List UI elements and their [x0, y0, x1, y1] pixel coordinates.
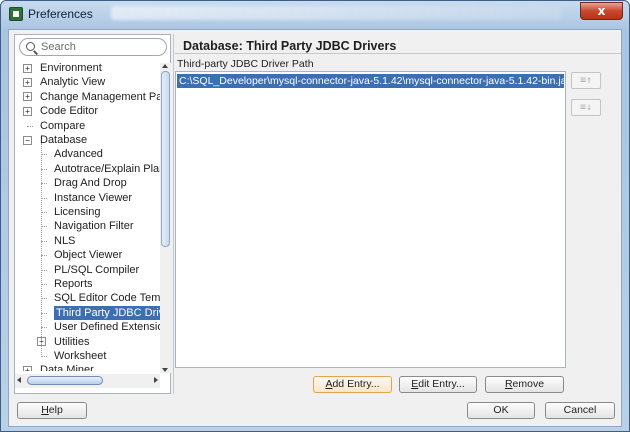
expand-icon[interactable]: + [23, 92, 32, 102]
scroll-down-arrow-icon[interactable] [162, 368, 168, 372]
move-up-icon: ≡↑ [579, 75, 593, 86]
tree-item-data-miner[interactable]: Data Miner [40, 363, 94, 371]
ok-button[interactable]: OK [467, 402, 535, 419]
tree-item-environment[interactable]: Environment [40, 61, 102, 75]
vertical-scroll-thumb[interactable] [161, 71, 170, 247]
page-title: Database: Third Party JDBC Drivers [183, 39, 397, 53]
edit-entry-button[interactable]: Edit Entry... [399, 376, 477, 393]
app-icon [9, 7, 23, 21]
scroll-up-arrow-icon[interactable] [162, 64, 168, 68]
tree-item-drag-and-drop[interactable]: Drag And Drop [54, 176, 127, 190]
tree-item-analytic-view[interactable]: Analytic View [40, 75, 105, 89]
remove-button[interactable]: Remove [485, 376, 564, 393]
move-down-icon: ≡↓ [579, 102, 593, 113]
pane-splitter[interactable] [173, 34, 174, 394]
search-input[interactable]: Search [19, 38, 167, 56]
driver-path-list[interactable]: C:\SQL_Developer\mysql-connector-java-5.… [175, 71, 566, 368]
tree-item-licensing[interactable]: Licensing [54, 205, 100, 219]
search-icon [26, 42, 35, 51]
expand-icon[interactable]: + [23, 365, 32, 371]
preferences-window: Preferences x Search + Environment + Analyt… [0, 0, 630, 432]
tree-item-nls[interactable]: NLS [54, 234, 75, 248]
tree-item-worksheet[interactable]: Worksheet [54, 349, 106, 363]
title-bar[interactable]: Preferences x [1, 1, 629, 27]
tree-item-instance-viewer[interactable]: Instance Viewer [54, 191, 132, 205]
tree-item-database[interactable]: Database [40, 133, 87, 147]
help-button[interactable]: Help [17, 402, 87, 419]
tree-vertical-scrollbar[interactable] [160, 63, 171, 373]
cancel-button[interactable]: Cancel [545, 402, 615, 419]
tree-item-third-party-jdbc-driver[interactable]: Third Party JDBC Driver [54, 305, 161, 320]
title-divider [175, 53, 621, 54]
window-title: Preferences [28, 7, 93, 21]
tree-item-sql-editor-code-templ[interactable]: SQL Editor Code Templ [54, 291, 161, 305]
collapse-icon[interactable]: − [23, 135, 32, 145]
tree-item-change-management-paran[interactable]: Change Management Paran [40, 90, 161, 104]
tree-item-navigation-filter[interactable]: Navigation Filter [54, 219, 133, 233]
search-placeholder: Search [41, 41, 76, 53]
expand-icon[interactable]: + [23, 77, 32, 87]
scroll-left-arrow-icon[interactable] [17, 377, 21, 383]
expand-icon[interactable]: + [23, 106, 32, 116]
horizontal-scroll-thumb[interactable] [27, 376, 103, 385]
move-down-button[interactable]: ≡↓ [571, 99, 601, 116]
tree-item-object-viewer[interactable]: Object Viewer [54, 248, 122, 262]
tree-branch-line [41, 143, 42, 358]
move-up-button[interactable]: ≡↑ [571, 72, 601, 89]
tree-item-utilities[interactable]: Utilities [54, 335, 89, 349]
blurred-background-title [111, 6, 561, 20]
preferences-nav-pane: Search + Environment + Analytic View + Change… [14, 34, 171, 394]
tree-horizontal-scrollbar[interactable] [15, 374, 160, 388]
dialog-client-area: Search + Environment + Analytic View + Change… [8, 29, 622, 427]
tree-item-compare[interactable]: Compare [40, 119, 85, 133]
driver-path-label: Third-party JDBC Driver Path [177, 58, 314, 70]
tree-item-user-defined-extension[interactable]: User Defined Extension [54, 320, 161, 334]
tree-item-code-editor[interactable]: Code Editor [40, 104, 98, 118]
close-icon: x [597, 4, 606, 18]
tree-item-advanced[interactable]: Advanced [54, 147, 103, 161]
preferences-tree: + Environment + Analytic View + Change Manage… [15, 59, 161, 371]
tree-item-reports[interactable]: Reports [54, 277, 93, 291]
tree-item-pl-sql-compiler[interactable]: PL/SQL Compiler [54, 263, 139, 277]
tree-connector [27, 125, 33, 127]
list-item[interactable]: C:\SQL_Developer\mysql-connector-java-5.… [177, 74, 564, 88]
expand-icon[interactable]: + [23, 63, 32, 73]
tree-item-autotrace-explain-plan[interactable]: Autotrace/Explain Plan [54, 162, 161, 176]
close-button[interactable]: x [580, 2, 623, 20]
add-entry-button[interactable]: Add Entry... [313, 376, 392, 393]
scroll-right-arrow-icon[interactable] [154, 377, 158, 383]
